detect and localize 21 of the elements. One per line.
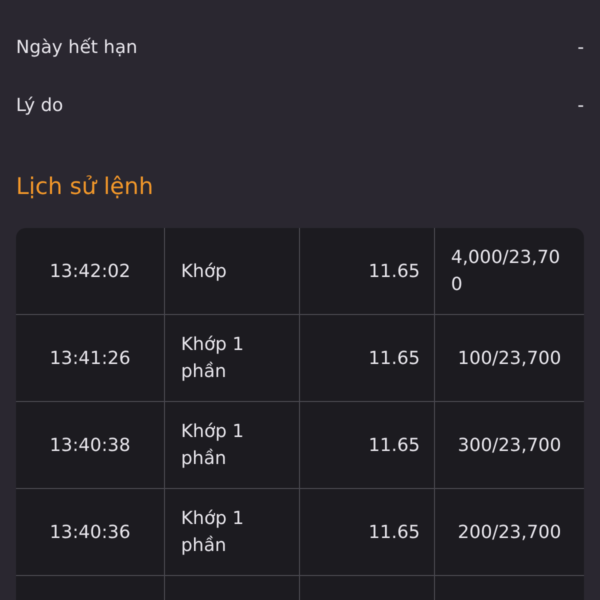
price-cell: 11.65 (300, 402, 435, 488)
detail-value: - (578, 36, 584, 58)
quantity-cell-text: 200/23,700 (456, 520, 562, 544)
status-cell: Khớp 1 phần (165, 489, 300, 575)
time-cell: 13:40:38 (16, 402, 165, 488)
price-cell: 11.65 (300, 228, 435, 314)
time-cell: 13:41:26 (16, 315, 165, 401)
price-cell: 11.65 (300, 315, 435, 401)
time-cell: 13:42:02 (16, 228, 165, 314)
quantity-cell-text: 4,000/23,700 (450, 246, 562, 297)
section-title: Lịch sử lệnh (16, 174, 154, 200)
quantity-cell-text: 300/23,700 (456, 434, 562, 458)
detail-value: - (578, 94, 584, 116)
status-cell: Khớp 1 phần (165, 315, 300, 401)
price-cell: 11.65 (300, 489, 435, 575)
time-cell: 13:40:36 (16, 489, 165, 575)
status-cell: Khớp 1 phần (165, 402, 300, 488)
status-cell: Khớp (165, 228, 300, 314)
quantity-cell-text: 100/23,700 (456, 346, 562, 370)
detail-label: Ngày hết hạn (16, 36, 138, 58)
detail-label: Lý do (16, 94, 64, 116)
